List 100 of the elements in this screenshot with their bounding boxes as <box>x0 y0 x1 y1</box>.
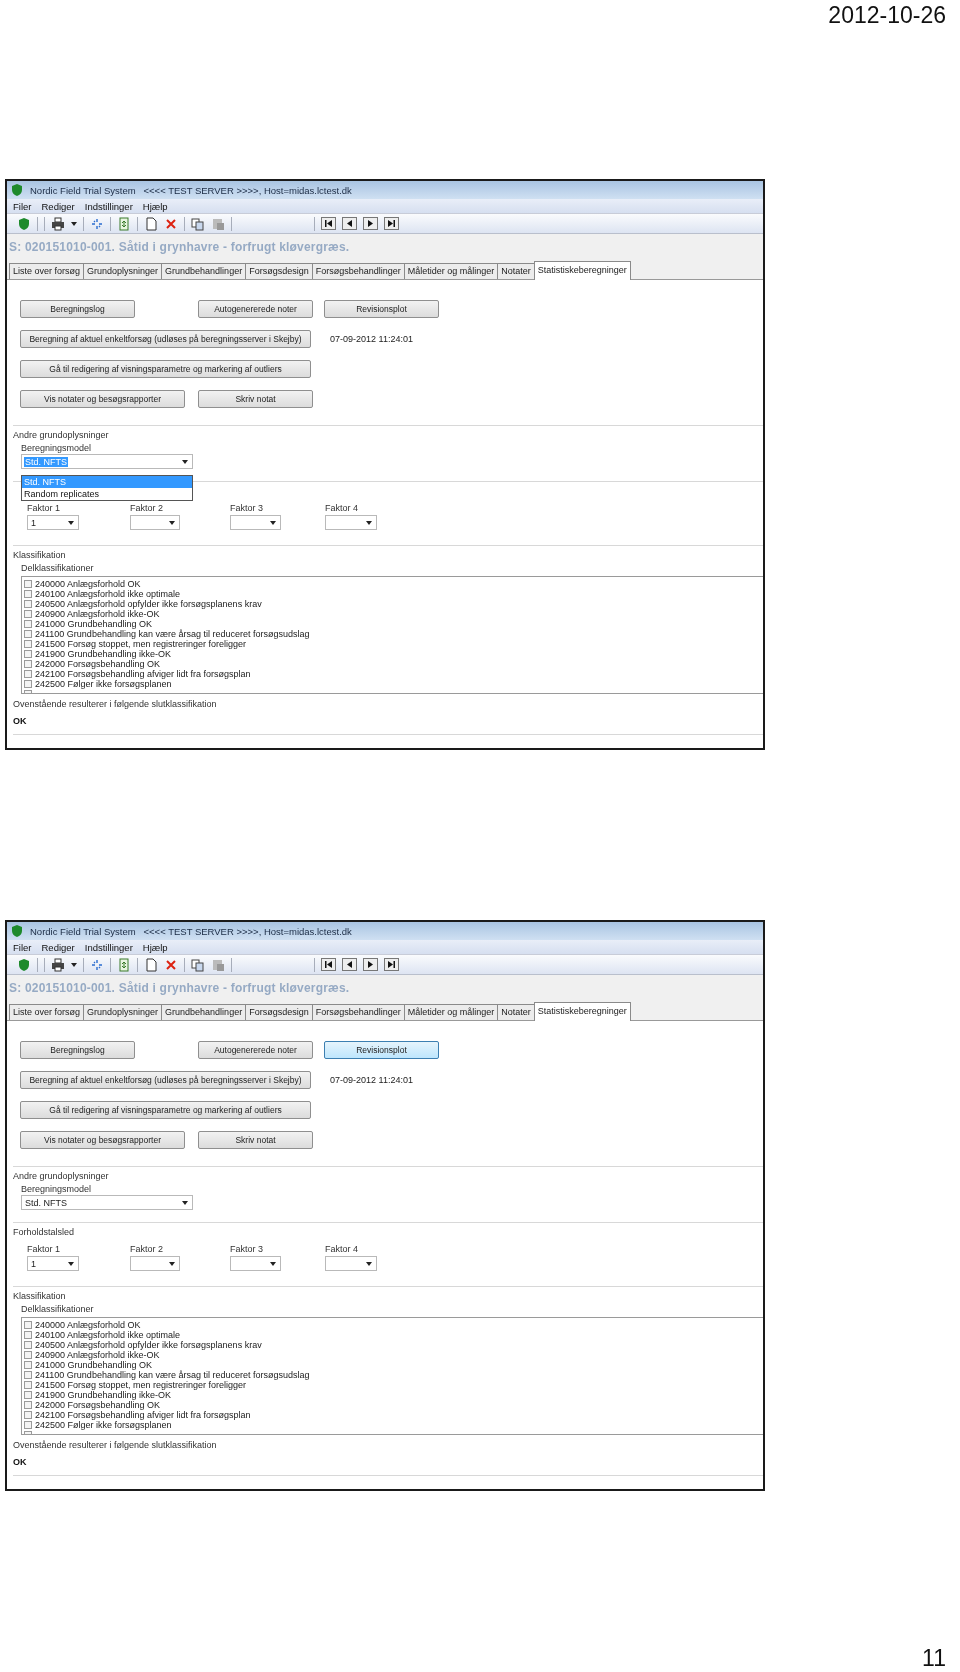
checkbox[interactable] <box>24 630 32 638</box>
field-label: Beregningsmodel <box>21 443 93 453</box>
trial-heading: S: 020151010-001. Såtid i grynhavre - forfrugt kløvergræs. <box>9 981 350 995</box>
checkbox[interactable] <box>24 1351 32 1359</box>
menu-item[interactable]: Indstillinger <box>80 200 137 212</box>
menu-item[interactable]: Rediger <box>37 941 79 953</box>
close-icon[interactable] <box>164 957 178 972</box>
document-icon[interactable] <box>144 216 158 231</box>
action-button[interactable]: Revisionsplot <box>324 1041 439 1059</box>
next-record-button[interactable] <box>363 958 378 971</box>
tab[interactable]: Notater <box>497 1004 535 1020</box>
checkbox[interactable] <box>24 1341 32 1349</box>
action-button[interactable]: Autogenererede noter <box>198 1041 313 1059</box>
action-button[interactable]: Revisionsplot <box>324 300 439 318</box>
checkbox[interactable] <box>24 680 32 688</box>
checkbox[interactable] <box>24 600 32 608</box>
sparkle-icon[interactable] <box>90 957 104 972</box>
shield-icon[interactable] <box>17 957 31 972</box>
tab[interactable]: Forsøgsdesign <box>245 1004 313 1020</box>
action-button[interactable]: Gå til redigering af visningsparametre og markering af outliers <box>20 360 311 378</box>
checkbox[interactable] <box>24 610 32 618</box>
action-button[interactable]: Skriv notat <box>198 1131 313 1149</box>
tab[interactable]: Grundbehandlinger <box>161 263 247 279</box>
action-button[interactable]: Gå til redigering af visningsparametre og markering af outliers <box>20 1101 311 1119</box>
action-button[interactable]: Autogenererede noter <box>198 300 313 318</box>
next-record-button[interactable] <box>363 217 378 230</box>
checkbox[interactable] <box>24 1411 32 1419</box>
factor-dropdown[interactable]: 1 <box>27 1256 79 1271</box>
action-button[interactable]: Beregningslog <box>20 300 135 318</box>
tab[interactable]: Grundbehandlinger <box>161 1004 247 1020</box>
checkbox[interactable] <box>24 1361 32 1369</box>
previous-record-button[interactable] <box>342 217 357 230</box>
factor-dropdown[interactable] <box>230 515 281 530</box>
menu-item[interactable]: Filer <box>9 941 36 953</box>
tab[interactable]: Statistiskeberegninger <box>533 261 631 280</box>
copy-icon[interactable] <box>191 957 205 972</box>
action-button[interactable]: Beregningslog <box>20 1041 135 1059</box>
factor-dropdown[interactable] <box>130 515 180 530</box>
tab[interactable]: Forsøgsbehandlinger <box>311 263 405 279</box>
last-record-button[interactable] <box>384 958 399 971</box>
printer-icon[interactable] <box>51 957 65 972</box>
menu-item[interactable]: Filer <box>9 200 36 212</box>
checkbox[interactable] <box>24 580 32 588</box>
factor-dropdown[interactable] <box>230 1256 281 1271</box>
factor-dropdown[interactable]: 1 <box>27 515 79 530</box>
result-label: Ovenstående resulterer i følgende slutklassifikation <box>12 1439 218 1450</box>
checkbox[interactable] <box>24 620 32 628</box>
checkbox[interactable] <box>24 1331 32 1339</box>
model-dropdown[interactable]: Std. NFTS <box>21 1195 193 1210</box>
checkbox[interactable] <box>24 1401 32 1409</box>
first-record-button[interactable] <box>321 958 336 971</box>
copy-icon[interactable] <box>191 216 205 231</box>
previous-record-button[interactable] <box>342 958 357 971</box>
caret-icon <box>270 520 276 525</box>
paste-icon[interactable] <box>211 216 225 231</box>
action-button[interactable]: Beregning af aktuel enkeltforsøg (udløses på beregningsserver i Skejby) <box>20 1071 311 1089</box>
checkbox[interactable] <box>24 650 32 658</box>
tab[interactable]: Forsøgsdesign <box>245 263 313 279</box>
tab[interactable]: Måletider og målinger <box>403 263 499 279</box>
first-record-button[interactable] <box>321 217 336 230</box>
tab[interactable]: Måletider og målinger <box>403 1004 499 1020</box>
menu-item[interactable]: Indstillinger <box>80 941 137 953</box>
tab[interactable]: Grundoplysninger <box>83 1004 163 1020</box>
action-button[interactable]: Vis notater og besøgsrapporter <box>20 390 185 408</box>
checkbox[interactable] <box>24 590 32 598</box>
refresh-icon[interactable] <box>117 957 131 972</box>
menu-item[interactable]: Hjælp <box>138 200 172 212</box>
checkbox[interactable] <box>24 1371 32 1379</box>
shield-icon[interactable] <box>17 216 31 231</box>
tab[interactable]: Liste over forsøg <box>9 263 85 279</box>
factor-dropdown[interactable] <box>130 1256 180 1271</box>
checkbox[interactable] <box>24 1321 32 1329</box>
checkbox-label: 241900 Grundbehandling ikke-OK <box>35 649 172 659</box>
action-button[interactable]: Skriv notat <box>198 390 313 408</box>
tab[interactable]: Statistiskeberegninger <box>533 1002 631 1021</box>
checkbox[interactable] <box>24 660 32 668</box>
menu-item[interactable]: Hjælp <box>138 941 172 953</box>
action-button[interactable]: Beregning af aktuel enkeltforsøg (udløses på beregningsserver i Skejby) <box>20 330 311 348</box>
document-icon[interactable] <box>144 957 158 972</box>
tab[interactable]: Liste over forsøg <box>9 1004 85 1020</box>
checkbox[interactable] <box>24 1391 32 1399</box>
tab[interactable]: Notater <box>497 263 535 279</box>
factor-dropdown[interactable] <box>325 1256 377 1271</box>
shield-icon[interactable] <box>10 183 24 197</box>
last-record-button[interactable] <box>384 217 399 230</box>
paste-icon[interactable] <box>211 957 225 972</box>
checkbox[interactable] <box>24 1381 32 1389</box>
printer-icon[interactable] <box>51 216 65 231</box>
checkbox[interactable] <box>24 1421 32 1429</box>
close-icon[interactable] <box>164 216 178 231</box>
shield-icon[interactable] <box>10 924 24 938</box>
refresh-icon[interactable] <box>117 216 131 231</box>
checkbox[interactable] <box>24 670 32 678</box>
menu-item[interactable]: Rediger <box>37 200 79 212</box>
factor-dropdown[interactable] <box>325 515 377 530</box>
tab[interactable]: Grundoplysninger <box>83 263 163 279</box>
tab[interactable]: Forsøgsbehandlinger <box>311 1004 405 1020</box>
sparkle-icon[interactable] <box>90 216 104 231</box>
checkbox[interactable] <box>24 640 32 648</box>
action-button[interactable]: Vis notater og besøgsrapporter <box>20 1131 185 1149</box>
